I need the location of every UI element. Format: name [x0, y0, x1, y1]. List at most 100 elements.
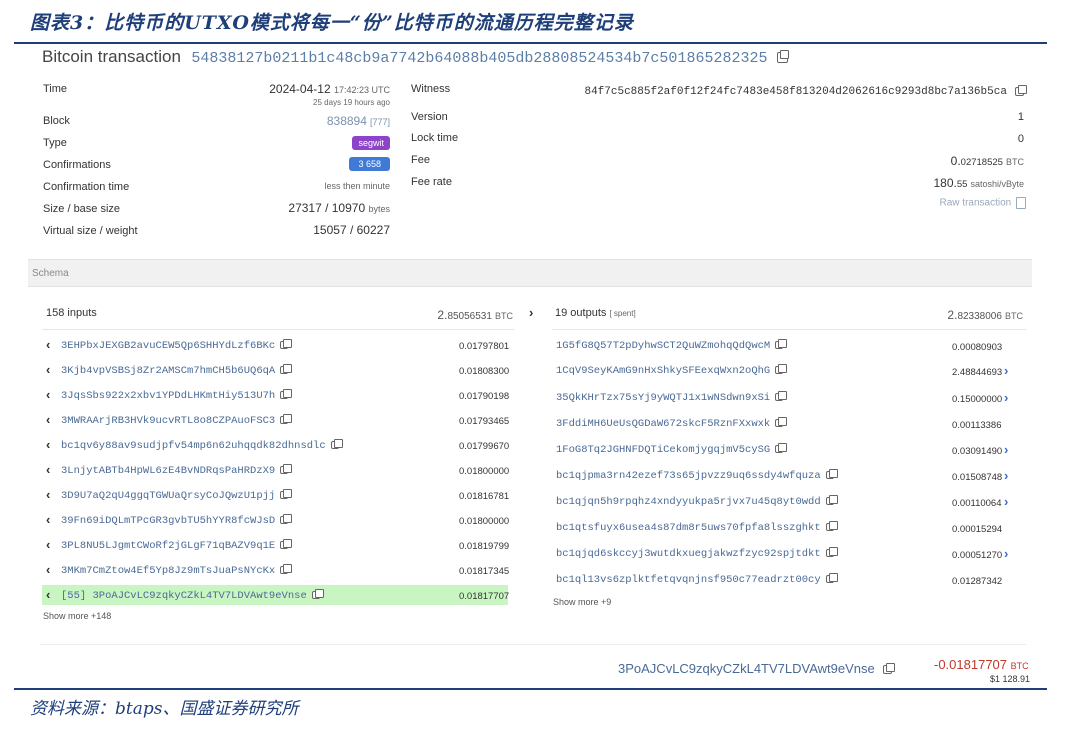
copy-icon[interactable] — [825, 495, 838, 506]
chevron-left-icon[interactable]: ‹ — [46, 562, 50, 577]
vsize-label: Virtual size / weight — [43, 225, 138, 237]
input-address[interactable]: 3MKm7CmZtow4Ef5Yp8Jz9mTsJuaPsNYcKx — [61, 564, 293, 577]
chevron-right-icon[interactable]: › — [1004, 494, 1008, 509]
raw-transaction-label: Raw transaction — [939, 197, 1012, 209]
output-address[interactable]: 35QkKHrTzx75sYj9yWQTJ1x1wNSdwn9xSi — [556, 391, 788, 404]
copy-icon[interactable] — [775, 339, 788, 350]
output-address[interactable]: bc1qjqn5h9rpqhz4xndyyukpa5rjvx7u45q8yt0w… — [556, 495, 838, 508]
document-icon — [1016, 197, 1026, 209]
copy-icon[interactable] — [825, 573, 838, 584]
input-address[interactable]: 3D9U7aQ2qU4ggqTGWUaQrsyCoJQwzU1pjj — [61, 489, 293, 502]
copy-icon[interactable] — [883, 663, 896, 675]
fee-unit: BTC — [1006, 157, 1024, 167]
locktime-label: Lock time — [411, 132, 459, 144]
copy-icon[interactable] — [775, 443, 788, 454]
copy-icon[interactable] — [280, 389, 293, 400]
input-amount: 0.01808300 — [459, 366, 510, 377]
outputs-title-wrap: 19 outputs [ spent] — [555, 307, 636, 319]
output-address[interactable]: bc1qjqd6skccyj3wutdkxuegjakwzfzyc92spjtd… — [556, 547, 838, 560]
size-value: 27317 / 10970 bytes — [288, 201, 390, 215]
output-address[interactable]: 1FoG8Tq2JGHNFDQTiCekomjygqjmV5cySG — [556, 443, 788, 456]
chevron-left-icon[interactable]: ‹ — [46, 512, 50, 527]
chevron-right-icon[interactable]: › — [1004, 390, 1008, 405]
output-address[interactable]: 3FddiMH6UeUsQGDaW672skcF5RznFXxwxk — [556, 417, 788, 430]
input-address[interactable]: 39Fn69iDQLmTPcGR3gvbTU5hYYR8fcWJsD — [61, 514, 293, 527]
footer-divider — [40, 644, 1026, 645]
figure-caption: 图表3：比特币的UTXO模式将每一“份”比特币的流通历程完整记录 — [30, 12, 634, 34]
size-numbers: 27317 / 10970 — [288, 201, 366, 215]
copy-icon[interactable] — [825, 521, 838, 532]
footer-amount-wrap: -0.01817707 BTC — [934, 657, 1029, 672]
outputs-show-more[interactable]: Show more +9 — [553, 597, 611, 607]
chevron-right-icon[interactable]: › — [1004, 363, 1008, 378]
copy-icon[interactable] — [825, 547, 838, 558]
version-label: Version — [411, 111, 448, 123]
copy-icon[interactable] — [280, 514, 293, 525]
copy-icon[interactable] — [775, 391, 788, 402]
block-value[interactable]: 838894 [777] — [327, 114, 390, 128]
input-address[interactable]: [55] 3PoAJCvLC9zqkyCZkL4TV7LDVAwt9eVnse — [61, 589, 324, 602]
output-address[interactable]: bc1qjpma3rn42ezef73s65jpvzz9uq6ssdy4wfqu… — [556, 469, 838, 482]
chevron-left-icon[interactable]: ‹ — [46, 437, 50, 452]
output-amount: 0.03091490 — [952, 446, 1003, 457]
outputs-spent: [ spent] — [609, 309, 636, 318]
output-address[interactable]: 1G5fG8Q57T2pDyhwSCT2QuWZmohqQdQwcM — [556, 339, 788, 352]
fee-rest: 02718525 — [960, 157, 1003, 168]
input-address[interactable]: bc1qv6y88av9sudjpfv54mp6n62uhqqdk82dhnsd… — [61, 439, 343, 452]
chevron-left-icon[interactable]: ‹ — [46, 412, 50, 427]
segwit-badge: segwit — [352, 136, 390, 150]
copy-icon[interactable] — [280, 339, 293, 350]
copy-icon[interactable] — [280, 564, 293, 575]
copy-icon[interactable] — [1015, 84, 1027, 96]
tx-hash[interactable]: 54838127b0211b1c48cb9a7742b64088b405db28… — [191, 50, 767, 67]
footer-address-wrap[interactable]: 3PoAJCvLC9zqkyCZkL4TV7LDVAwt9eVnse — [618, 661, 896, 676]
input-address[interactable]: 3EHPbxJEXGB2avuCEW5Qp6SHHYdLzf6BKc — [61, 339, 293, 352]
time-clock: 17:42:23 UTC — [333, 85, 390, 95]
chevron-right-icon[interactable]: › — [1004, 468, 1008, 483]
copy-icon[interactable] — [280, 364, 293, 375]
input-address[interactable]: 3LnjytABTb4HpWL6zE4BvNDRqsPaHRDzX9 — [61, 464, 293, 477]
copy-icon[interactable] — [776, 50, 789, 64]
input-address[interactable]: 3PL8NU5LJgmtCWoRf2jGLgF71qBAZV9q1E — [61, 539, 293, 552]
chevron-left-icon[interactable]: ‹ — [46, 387, 50, 402]
raw-transaction-link[interactable]: Raw transaction — [940, 197, 1026, 209]
output-address[interactable]: 1CqV9SeyKAmG9nHxShkySFEexqWxn2oQhG — [556, 364, 788, 377]
copy-icon[interactable] — [280, 414, 293, 425]
copy-icon[interactable] — [775, 417, 788, 428]
input-amount: 0.01800000 — [459, 466, 510, 477]
chevron-right-icon[interactable]: › — [1004, 546, 1008, 561]
fee-main: 0. — [950, 154, 961, 168]
output-amount: 0.00051270 — [952, 550, 1003, 561]
time-label: Time — [43, 83, 68, 95]
tx-title: Bitcoin transaction — [42, 47, 181, 66]
input-address[interactable]: 3MWRAArjRB3HVk9ucvRTL8o8CZPAuoFSC3 — [61, 414, 293, 427]
chevron-left-icon[interactable]: ‹ — [46, 487, 50, 502]
copy-icon[interactable] — [311, 589, 324, 600]
inputs-show-more[interactable]: Show more +148 — [43, 611, 111, 621]
chevron-left-icon[interactable]: ‹ — [46, 362, 50, 377]
fee-value: 0.02718525 BTC — [951, 154, 1024, 168]
input-address[interactable]: 3JqsSbs922x2xbv1YPDdLHKmtHiy513U7h — [61, 389, 293, 402]
copy-icon[interactable] — [280, 539, 293, 550]
copy-icon[interactable] — [825, 469, 838, 480]
fee-label: Fee — [411, 154, 430, 166]
inputs-total: 2.85056531 BTC — [437, 308, 513, 322]
chevron-left-icon[interactable]: ‹ — [46, 462, 50, 477]
size-unit: bytes — [368, 204, 390, 214]
outputs-total-rest: 82338006 — [957, 311, 1002, 322]
block-link[interactable]: 838894 — [327, 114, 367, 128]
copy-icon[interactable] — [330, 439, 343, 450]
input-address[interactable]: 3Kjb4vpVSBSj8Zr2AMSCm7hmCH5b6UQ6qA — [61, 364, 293, 377]
chevron-left-icon[interactable]: ‹ — [46, 587, 50, 602]
chevron-right-icon[interactable]: › — [1004, 442, 1008, 457]
copy-icon[interactable] — [280, 489, 293, 500]
copy-icon[interactable] — [775, 364, 788, 375]
chevron-left-icon[interactable]: ‹ — [46, 537, 50, 552]
chevron-left-icon[interactable]: ‹ — [46, 337, 50, 352]
output-address[interactable]: bc1ql13vs6zplktfetqvqnjnsf950c77eadrzt00… — [556, 573, 838, 586]
footer-address[interactable]: 3PoAJCvLC9zqkyCZkL4TV7LDVAwt9eVnse — [618, 661, 875, 676]
copy-icon[interactable] — [280, 464, 293, 475]
confirmation-time-label: Confirmation time — [43, 181, 130, 193]
outputs-total: 2.82338006 BTC — [947, 308, 1023, 322]
output-address[interactable]: bc1qtsfuyx6usea4s87dm8r5uws70fpfa8lsszgh… — [556, 521, 838, 534]
